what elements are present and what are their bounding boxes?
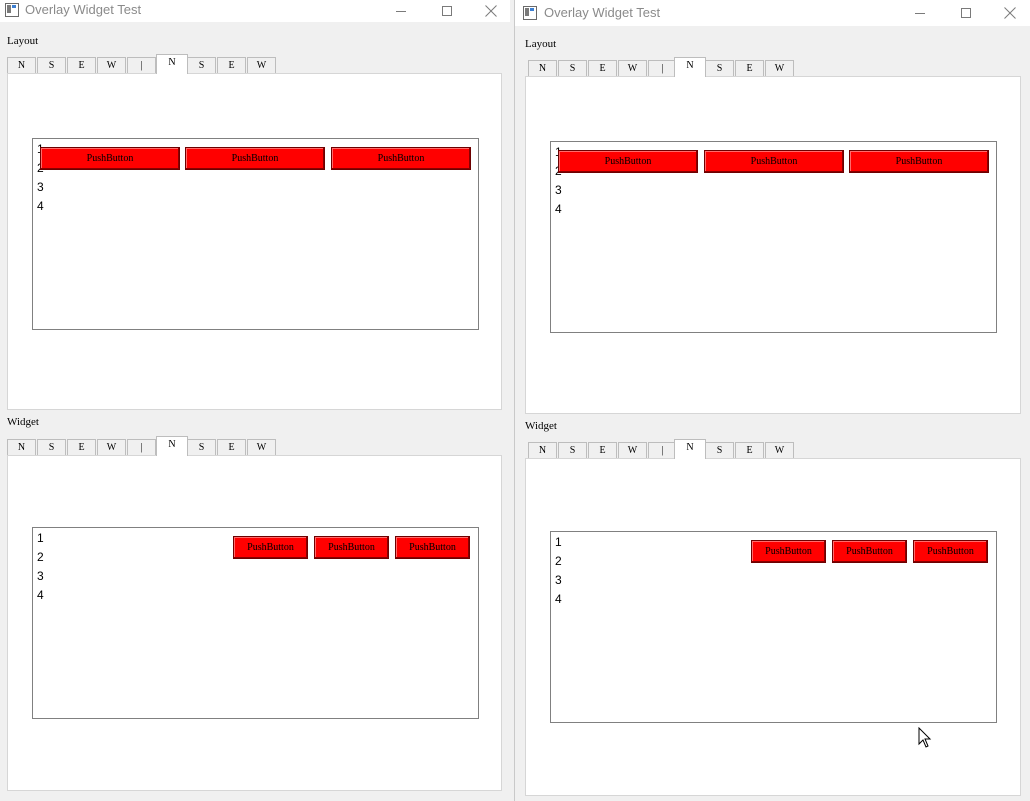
window-left: Overlay Widget Test Layout 1 2 3 4 PushB…	[0, 0, 510, 801]
push-button[interactable]: PushButton	[40, 147, 180, 170]
tab-e[interactable]: E	[217, 57, 246, 73]
push-button[interactable]: PushButton	[314, 536, 389, 559]
push-button[interactable]: PushButton	[704, 150, 844, 173]
list-widget[interactable]: 1 2 3 4 PushButton PushButton PushButton	[32, 138, 479, 330]
tab-page: 1 2 3 4 PushButton PushButton PushButton	[7, 73, 502, 410]
title-bar[interactable]: Overlay Widget Test	[0, 0, 510, 22]
push-button[interactable]: PushButton	[185, 147, 325, 170]
group-label-widget: Widget	[525, 420, 557, 432]
group-label-layout: Layout	[7, 35, 39, 47]
tab-page: 1 2 3 4 PushButton PushButton PushButton	[7, 455, 502, 791]
tab-e[interactable]: E	[735, 60, 764, 76]
tab-n-selected[interactable]: N	[674, 57, 706, 77]
maximize-icon	[961, 8, 971, 18]
push-button[interactable]: PushButton	[913, 540, 988, 563]
list-item[interactable]: 3	[37, 569, 44, 583]
tab-e[interactable]: E	[67, 57, 96, 73]
list-item[interactable]: 2	[555, 554, 562, 568]
window-title: Overlay Widget Test	[25, 2, 142, 17]
list-item[interactable]: 3	[555, 573, 562, 587]
tab-w[interactable]: W	[97, 57, 126, 73]
close-button[interactable]	[987, 2, 1030, 24]
tab-s[interactable]: S	[705, 442, 734, 458]
tab-bar: N S E W | N S E W	[528, 57, 828, 77]
push-button[interactable]: PushButton	[558, 150, 698, 173]
app-icon	[523, 6, 537, 20]
push-button[interactable]: PushButton	[751, 540, 826, 563]
list-item[interactable]: 3	[555, 183, 562, 197]
list-item[interactable]: 4	[555, 202, 562, 216]
tab-w[interactable]: W	[97, 439, 126, 455]
tab-e[interactable]: E	[588, 60, 617, 76]
tab-w[interactable]: W	[247, 57, 276, 73]
push-button[interactable]: PushButton	[233, 536, 308, 559]
tab-w[interactable]: W	[618, 60, 647, 76]
list-widget[interactable]: 1 2 3 4 PushButton PushButton PushButton	[32, 527, 479, 719]
tab-bar: N S E W | N S E W	[528, 439, 828, 459]
tab-s[interactable]: S	[705, 60, 734, 76]
tab-n-selected[interactable]: N	[156, 54, 188, 74]
tab-page: 1 2 3 4 PushButton PushButton PushButton	[525, 458, 1021, 796]
tab-bar: N S E W | N S E W	[7, 54, 307, 74]
window-right: Overlay Widget Test Layout 1 2 3 4 PushB…	[514, 0, 1030, 801]
tab-n[interactable]: N	[528, 442, 557, 458]
tab-n[interactable]: N	[7, 57, 36, 73]
maximize-icon	[442, 6, 452, 16]
tab-n-selected[interactable]: N	[674, 439, 706, 459]
tab-page: 1 2 3 4 PushButton PushButton PushButton	[525, 76, 1021, 414]
list-item[interactable]: 4	[37, 588, 44, 602]
tab-e[interactable]: E	[67, 439, 96, 455]
minimize-icon	[396, 11, 406, 12]
tab-bar: N S E W | N S E W	[7, 436, 307, 456]
tab-w[interactable]: W	[765, 442, 794, 458]
maximize-button[interactable]	[943, 2, 989, 24]
mouse-cursor-icon	[918, 727, 932, 748]
tab-separator[interactable]: |	[127, 439, 156, 455]
list-item[interactable]: 4	[555, 592, 562, 606]
tab-n[interactable]: N	[7, 439, 36, 455]
tab-separator[interactable]: |	[648, 442, 677, 458]
group-label-layout: Layout	[525, 38, 557, 50]
group-label-widget: Widget	[7, 416, 39, 428]
tab-separator[interactable]: |	[648, 60, 677, 76]
minimize-button[interactable]	[897, 2, 943, 24]
list-widget[interactable]: 1 2 3 4 PushButton PushButton PushButton	[550, 531, 997, 723]
list-item[interactable]: 2	[37, 550, 44, 564]
tab-n-selected[interactable]: N	[156, 436, 188, 456]
tab-s[interactable]: S	[37, 439, 66, 455]
tab-separator[interactable]: |	[127, 57, 156, 73]
minimize-button[interactable]	[378, 0, 424, 22]
push-button[interactable]: PushButton	[849, 150, 989, 173]
close-button[interactable]	[468, 0, 510, 22]
app-icon	[5, 3, 19, 17]
list-item[interactable]: 4	[37, 199, 44, 213]
tab-s[interactable]: S	[558, 442, 587, 458]
tab-w[interactable]: W	[765, 60, 794, 76]
title-bar[interactable]: Overlay Widget Test	[515, 0, 1030, 26]
close-icon	[485, 5, 497, 17]
window-title: Overlay Widget Test	[544, 5, 661, 20]
list-widget[interactable]: 1 2 3 4 PushButton PushButton PushButton	[550, 141, 997, 333]
maximize-button[interactable]	[424, 0, 470, 22]
push-button[interactable]: PushButton	[832, 540, 907, 563]
tab-s[interactable]: S	[37, 57, 66, 73]
push-button[interactable]: PushButton	[331, 147, 471, 170]
tab-s[interactable]: S	[187, 57, 216, 73]
list-item[interactable]: 3	[37, 180, 44, 194]
tab-e[interactable]: E	[217, 439, 246, 455]
tab-n[interactable]: N	[528, 60, 557, 76]
push-button[interactable]: PushButton	[395, 536, 470, 559]
minimize-icon	[915, 13, 925, 14]
tab-w[interactable]: W	[618, 442, 647, 458]
list-item[interactable]: 1	[37, 531, 44, 545]
tab-w[interactable]: W	[247, 439, 276, 455]
tab-e[interactable]: E	[588, 442, 617, 458]
tab-s[interactable]: S	[558, 60, 587, 76]
tab-s[interactable]: S	[187, 439, 216, 455]
close-icon	[1004, 7, 1016, 19]
list-item[interactable]: 1	[555, 535, 562, 549]
tab-e[interactable]: E	[735, 442, 764, 458]
